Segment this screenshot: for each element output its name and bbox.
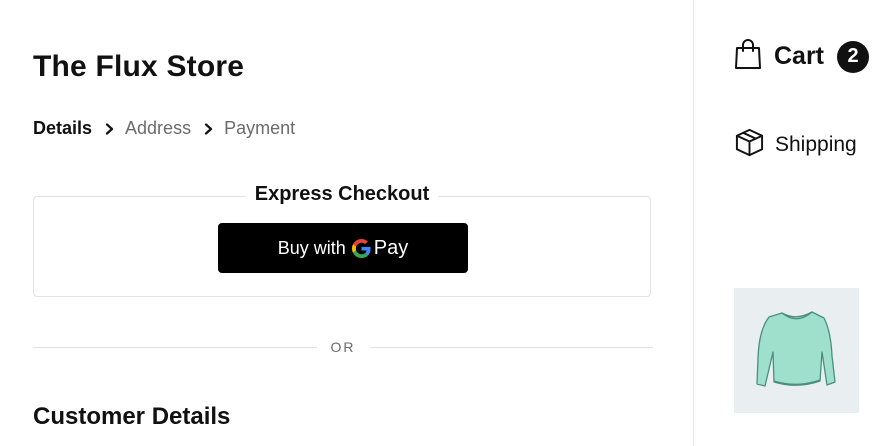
cart-header[interactable]: Cart 2	[734, 38, 870, 75]
gpay-brand: Pay	[373, 236, 409, 259]
breadcrumb-address[interactable]: Address	[125, 118, 191, 139]
divider-line-right	[369, 346, 653, 348]
gpay-prefix: Buy with	[277, 237, 346, 258]
google-pay-button[interactable]: Buy with Pay	[218, 223, 468, 273]
or-divider: OR	[33, 336, 653, 358]
package-box-icon	[734, 127, 765, 163]
express-checkout-title: Express Checkout	[245, 183, 439, 205]
store-title: The Flux Store	[33, 50, 245, 83]
shopping-bag-icon	[734, 38, 762, 75]
product-thumbnail[interactable]	[734, 288, 859, 413]
breadcrumb: Details Address Payment	[33, 118, 295, 139]
shipping-header[interactable]: Shipping	[734, 127, 857, 163]
or-label: OR	[330, 339, 356, 355]
sweater-image	[756, 311, 836, 387]
breadcrumb-details[interactable]: Details	[33, 118, 92, 139]
cart-count-badge: 2	[837, 40, 870, 73]
chevron-right-icon	[202, 122, 216, 136]
customer-details-title: Customer Details	[33, 403, 231, 430]
cart-label: Cart	[774, 42, 825, 70]
express-checkout-title-wrap: Express Checkout	[34, 183, 650, 206]
checkout-main: The Flux Store Details Address Payment E…	[0, 0, 693, 446]
divider-line-left	[33, 346, 317, 348]
express-checkout-box: Express Checkout Buy with Pay	[33, 183, 651, 297]
shipping-label: Shipping	[775, 133, 857, 156]
breadcrumb-payment[interactable]: Payment	[224, 118, 295, 139]
chevron-right-icon	[103, 122, 117, 136]
google-g-icon	[351, 238, 371, 258]
order-sidebar: Cart 2 Shipping	[693, 0, 891, 446]
